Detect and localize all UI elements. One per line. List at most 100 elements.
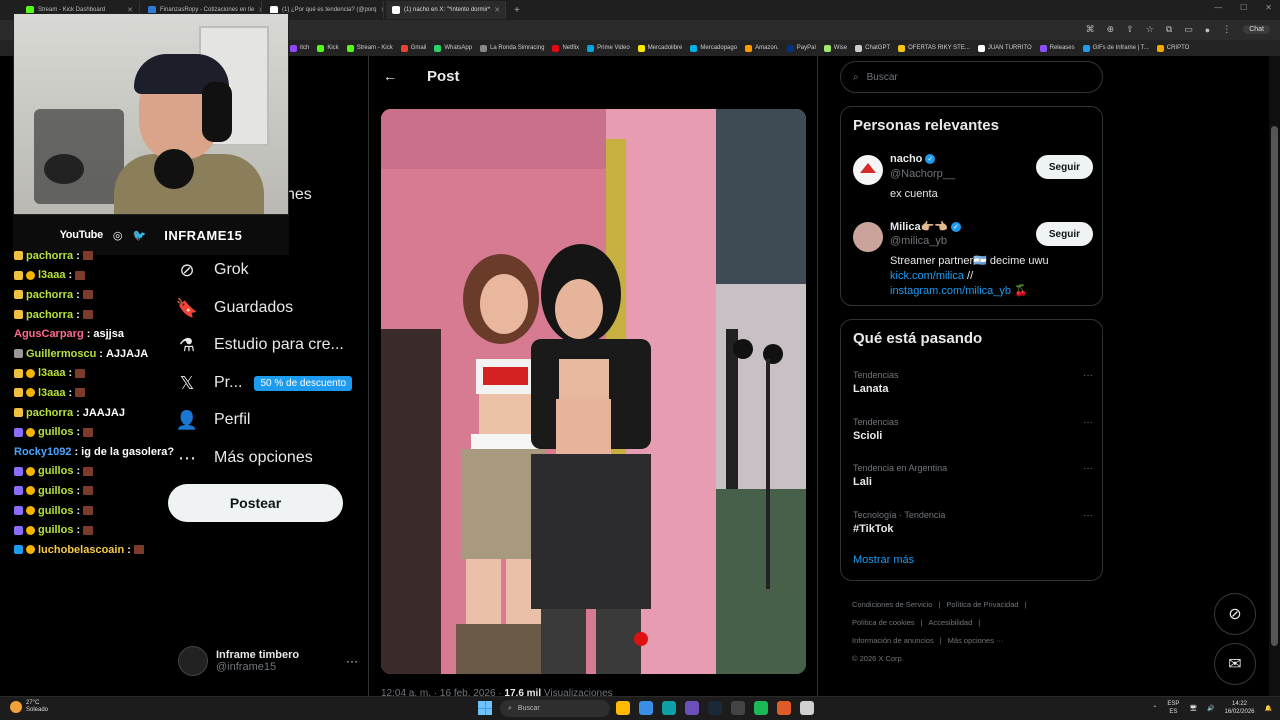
chat-username[interactable]: guillos — [38, 465, 73, 477]
bookmark-item[interactable]: Releases — [1039, 44, 1075, 52]
bookmark-item[interactable]: Mercadopago — [690, 44, 737, 52]
taskbar-app-icon[interactable] — [731, 701, 745, 715]
weather-widget[interactable]: 27°C Soleado — [10, 700, 48, 714]
footer-link[interactable]: Condiciones de Servicio — [852, 600, 932, 609]
footer-link[interactable]: Accesibilidad — [929, 618, 973, 627]
clock[interactable]: 14:22 16/02/2026 — [1224, 700, 1254, 716]
star-icon[interactable]: ☆ — [1146, 24, 1154, 35]
browser-tab[interactable]: (1) nacho en X: "*intento dormir* ✕ — [386, 1, 506, 19]
taskbar-app-icon[interactable] — [754, 701, 768, 715]
chat-button[interactable]: Chat — [1243, 25, 1270, 34]
share-icon[interactable]: ⇪ — [1126, 24, 1134, 35]
new-tab-button[interactable]: + — [508, 5, 526, 16]
nav-item-grok[interactable]: ⊘ Grok — [176, 256, 248, 284]
profile-icon[interactable]: ● — [1205, 25, 1210, 35]
post-image[interactable] — [381, 109, 806, 674]
bookmark-item[interactable]: GIFs de Inframe | T... — [1082, 44, 1149, 52]
chat-username[interactable]: Guillermoscu — [26, 348, 96, 360]
translate-icon[interactable]: ⌘ — [1086, 24, 1095, 35]
close-icon[interactable]: ✕ — [1265, 3, 1272, 12]
taskbar-search[interactable]: ⌕ Buscar — [500, 700, 610, 717]
chat-username[interactable]: Rocky1092 — [14, 446, 72, 458]
grok-fab-icon[interactable]: ⊘ — [1214, 593, 1256, 635]
taskbar-app-icon[interactable] — [777, 701, 791, 715]
bio-link-instagram[interactable]: instagram.com/milica_yb — [890, 285, 1011, 297]
search-input[interactable]: ⌕ Buscar — [840, 61, 1103, 93]
close-tab-icon[interactable]: ✕ — [494, 6, 500, 14]
more-icon[interactable]: ··· — [1083, 370, 1093, 381]
extensions-icon[interactable]: ⧉ — [1166, 24, 1172, 35]
nav-item-guardados[interactable]: 🔖 Guardados — [176, 294, 293, 322]
footer-link[interactable]: Información de anuncios — [852, 636, 934, 645]
footer-link[interactable]: Más opciones ··· — [948, 636, 1004, 645]
taskbar-app-icon[interactable] — [800, 701, 814, 715]
close-tab-icon[interactable]: ✕ — [380, 6, 383, 14]
messages-fab-icon[interactable]: ✉ — [1214, 643, 1256, 685]
trend-item[interactable]: Tendencias Scioli ··· — [853, 417, 1093, 453]
taskbar-app-icon[interactable] — [616, 701, 630, 715]
chat-username[interactable]: l3aaa — [38, 387, 66, 399]
more-icon[interactable]: ··· — [1083, 417, 1093, 428]
person-nacho[interactable]: nacho ✓ @Nachorp__ ex cuenta Seguir — [853, 153, 1093, 213]
bookmark-item[interactable]: WhatsApp — [434, 44, 472, 52]
chat-username[interactable]: luchobelascoain — [38, 544, 124, 556]
bookmark-item[interactable]: Netflix — [552, 44, 579, 52]
post-button[interactable]: Postear — [168, 484, 343, 522]
windows-start-icon[interactable] — [478, 701, 492, 715]
follow-button[interactable]: Seguir — [1035, 222, 1093, 246]
taskbar-app-icon[interactable] — [639, 701, 653, 715]
taskbar-app-icon[interactable] — [685, 701, 699, 715]
bookmark-item[interactable]: Amazon. — [745, 44, 779, 52]
volume-icon[interactable]: 🔊 — [1207, 705, 1214, 712]
nav-item-más-opciones[interactable]: ⋯ Más opciones — [176, 444, 313, 472]
nav-item-pr-[interactable]: 𝕏 Pr... 50 % de descuento — [176, 369, 353, 397]
bookmark-item[interactable]: PayPal — [786, 44, 816, 52]
trend-item[interactable]: Tendencia en Argentina Lali ··· — [853, 463, 1093, 499]
account-switcher[interactable]: Inframe timbero @inframe15 ··· — [178, 644, 358, 678]
more-icon[interactable]: ··· — [346, 654, 358, 668]
taskbar-app-icon[interactable] — [708, 701, 722, 715]
bookmark-item[interactable]: Wise — [823, 44, 847, 52]
back-arrow-icon[interactable]: ← — [383, 68, 397, 84]
scrollbar[interactable] — [1269, 56, 1280, 696]
bookmark-item[interactable]: CRIPTO — [1156, 44, 1189, 52]
footer-link[interactable]: Política de Privacidad — [946, 600, 1018, 609]
footer-link[interactable]: © 2026 X Corp. — [852, 654, 904, 663]
chat-username[interactable]: AgusCarparg — [14, 328, 84, 340]
chat-username[interactable]: l3aaa — [38, 269, 66, 281]
show-more-link[interactable]: Mostrar más — [853, 554, 914, 566]
network-icon[interactable]: 🖥 — [1189, 705, 1197, 712]
tray-chevron-icon[interactable]: ⌃ — [1152, 705, 1157, 712]
minimize-icon[interactable]: — — [1214, 3, 1222, 12]
chat-username[interactable]: pachorra — [26, 289, 73, 301]
sidebar-icon[interactable]: ▭ — [1184, 24, 1193, 35]
nav-item-estudio-para-cre-[interactable]: ⚗ Estudio para cre... — [176, 331, 344, 359]
menu-icon[interactable]: ⋮ — [1222, 24, 1231, 35]
trend-item[interactable]: Tecnología · Tendencia #TikTok ··· — [853, 510, 1093, 546]
trend-item[interactable]: Tendencias Lanata ··· — [853, 370, 1093, 406]
bookmark-item[interactable]: Prime Video — [587, 44, 630, 52]
bookmark-item[interactable]: OFERTAS RIKY STE... — [898, 44, 970, 52]
window-controls[interactable]: — ☐ ✕ — [1214, 3, 1272, 12]
chat-username[interactable]: pachorra — [26, 407, 73, 419]
person-milica[interactable]: Milica👉🏼👈🏼 ✓ @milica_yb Streamer partner🇦… — [853, 220, 1093, 297]
bookmark-item[interactable]: Gmail — [400, 44, 426, 52]
bookmark-item[interactable]: Mercadolibre — [637, 44, 682, 52]
chat-username[interactable]: guillos — [38, 524, 73, 536]
maximize-icon[interactable]: ☐ — [1240, 3, 1247, 12]
chat-username[interactable]: pachorra — [26, 309, 73, 321]
chat-username[interactable]: l3aaa — [38, 367, 66, 379]
language-indicator[interactable]: ESP ES — [1167, 700, 1179, 716]
footer-link[interactable]: Política de cookies — [852, 618, 915, 627]
bio-link-kick[interactable]: kick.com/milica — [890, 270, 964, 282]
chat-username[interactable]: guillos — [38, 485, 73, 497]
chat-username[interactable]: pachorra — [26, 250, 73, 262]
bookmark-item[interactable]: La Ronda Simracing — [480, 44, 544, 52]
follow-button[interactable]: Seguir — [1035, 155, 1093, 179]
notification-icon[interactable]: 🔔 — [1265, 705, 1272, 712]
taskbar-app-icon[interactable] — [662, 701, 676, 715]
premium-promo-badge[interactable]: 50 % de descuento — [254, 375, 353, 391]
chat-username[interactable]: guillos — [38, 426, 73, 438]
bookmark-item[interactable]: JUAN TURRITO — [977, 44, 1032, 52]
nav-item-perfil[interactable]: 👤 Perfil — [176, 406, 251, 434]
